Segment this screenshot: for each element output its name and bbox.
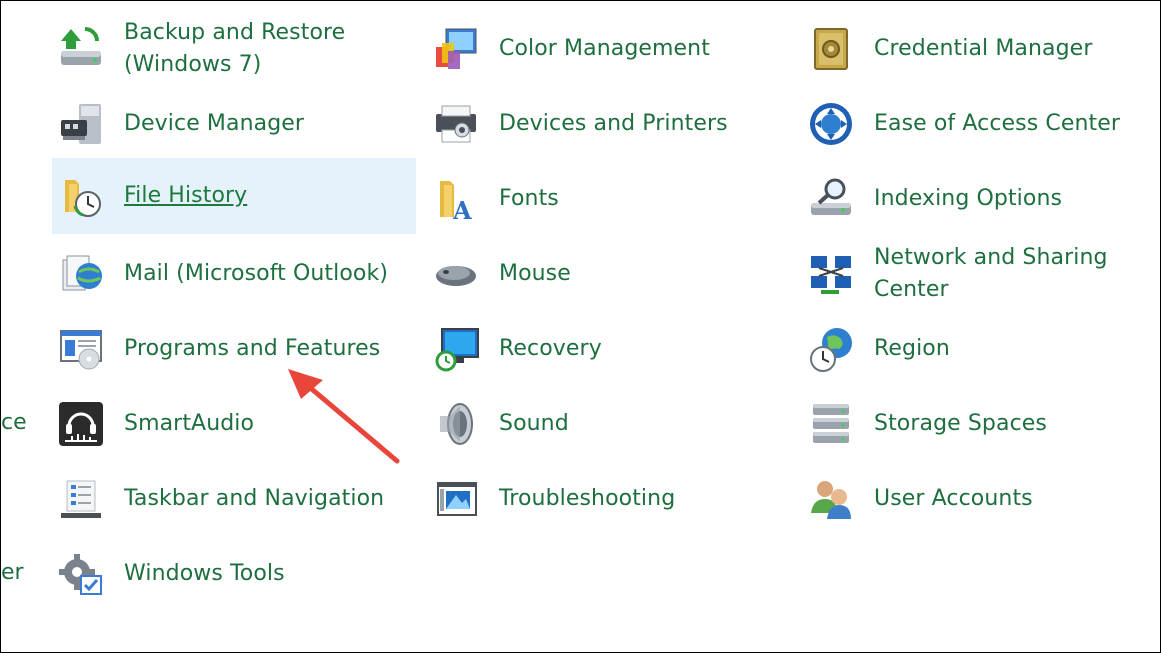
fonts-icon: A <box>432 175 480 223</box>
backup-restore-icon <box>57 25 105 73</box>
item-label: File History <box>124 183 248 208</box>
item-label: Mouse <box>499 260 571 286</box>
item-sound[interactable]: Sound <box>427 386 791 461</box>
item-label: User Accounts <box>874 485 1033 511</box>
credential-manager-icon <box>807 25 855 73</box>
item-label: Region <box>874 335 950 361</box>
smartaudio-icon <box>57 400 105 448</box>
item-label: SmartAudio <box>124 410 255 436</box>
item-devices-and-printers[interactable]: Devices and Printers <box>427 86 791 161</box>
item-label: Device Manager <box>124 110 305 136</box>
partial-item-label-2[interactable]: er <box>1 557 24 589</box>
mouse-icon <box>432 250 480 298</box>
item-label: Storage Spaces <box>874 410 1047 436</box>
control-panel-items: ce er Backup and Restore (Windows 7) Dev… <box>0 0 1161 653</box>
network-sharing-icon <box>807 250 855 298</box>
item-region[interactable]: Region <box>802 311 1132 386</box>
item-file-history[interactable]: File History <box>52 158 416 234</box>
svg-text:A: A <box>452 196 472 223</box>
item-smartaudio[interactable]: SmartAudio <box>52 386 416 461</box>
troubleshooting-icon <box>432 475 480 523</box>
item-label: Indexing Options <box>874 185 1063 211</box>
item-label: Programs and Features <box>124 335 381 361</box>
item-windows-tools[interactable]: Windows Tools <box>52 536 416 611</box>
item-storage-spaces[interactable]: Storage Spaces <box>802 386 1132 461</box>
item-label: Ease of Access Center <box>874 110 1121 136</box>
taskbar-navigation-icon <box>57 475 105 523</box>
storage-spaces-icon <box>807 400 855 448</box>
ease-of-access-icon <box>807 100 855 148</box>
item-indexing-options[interactable]: Indexing Options <box>802 161 1132 236</box>
item-recovery[interactable]: Recovery <box>427 311 791 386</box>
item-label: Credential Manager <box>874 35 1093 61</box>
item-mouse[interactable]: Mouse <box>427 236 791 311</box>
indexing-options-icon <box>807 175 855 223</box>
item-label: Windows Tools <box>124 560 285 586</box>
programs-features-icon <box>57 325 105 373</box>
item-label: Devices and Printers <box>499 110 728 136</box>
item-label: Recovery <box>499 335 602 361</box>
file-history-icon <box>57 172 105 220</box>
item-label: Backup and Restore (Windows 7) <box>124 19 346 77</box>
color-management-icon <box>432 25 480 73</box>
item-programs-and-features[interactable]: Programs and Features <box>52 311 416 386</box>
device-manager-icon <box>57 100 105 148</box>
item-network-and-sharing-center[interactable]: Network and Sharing Center <box>802 236 1132 311</box>
item-label: Taskbar and Navigation <box>124 485 385 511</box>
windows-tools-icon <box>57 550 105 598</box>
item-credential-manager[interactable]: Credential Manager <box>802 11 1132 86</box>
recovery-icon <box>432 325 480 373</box>
sound-icon <box>432 400 480 448</box>
item-label: Sound <box>499 410 569 436</box>
devices-printers-icon <box>432 100 480 148</box>
region-icon <box>807 325 855 373</box>
item-label: Troubleshooting <box>499 485 676 511</box>
item-troubleshooting[interactable]: Troubleshooting <box>427 461 791 536</box>
user-accounts-icon <box>807 475 855 523</box>
item-ease-of-access-center[interactable]: Ease of Access Center <box>802 86 1132 161</box>
item-label: Mail (Microsoft Outlook) <box>124 260 389 286</box>
item-label: Network and Sharing Center <box>874 244 1108 302</box>
item-user-accounts[interactable]: User Accounts <box>802 461 1132 536</box>
item-mail[interactable]: Mail (Microsoft Outlook) <box>52 236 416 311</box>
partial-item-label-1[interactable]: ce <box>1 407 27 439</box>
item-fonts[interactable]: A Fonts <box>427 161 791 236</box>
item-color-management[interactable]: Color Management <box>427 11 791 86</box>
mail-icon <box>57 250 105 298</box>
item-backup-and-restore[interactable]: Backup and Restore (Windows 7) <box>52 11 416 86</box>
item-label: Color Management <box>499 35 710 61</box>
item-taskbar-and-navigation[interactable]: Taskbar and Navigation <box>52 461 416 536</box>
item-label: Fonts <box>499 185 559 211</box>
item-device-manager[interactable]: Device Manager <box>52 86 416 161</box>
